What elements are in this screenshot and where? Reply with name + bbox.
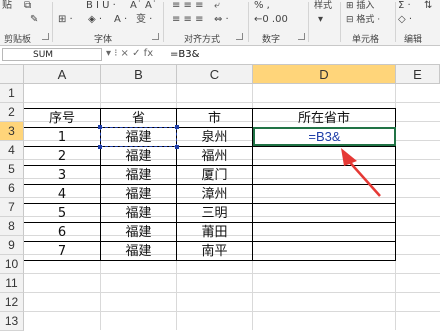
- arrow-head: [341, 148, 357, 166]
- arrow-shaft: [345, 157, 381, 197]
- annotation-arrow: [341, 148, 381, 197]
